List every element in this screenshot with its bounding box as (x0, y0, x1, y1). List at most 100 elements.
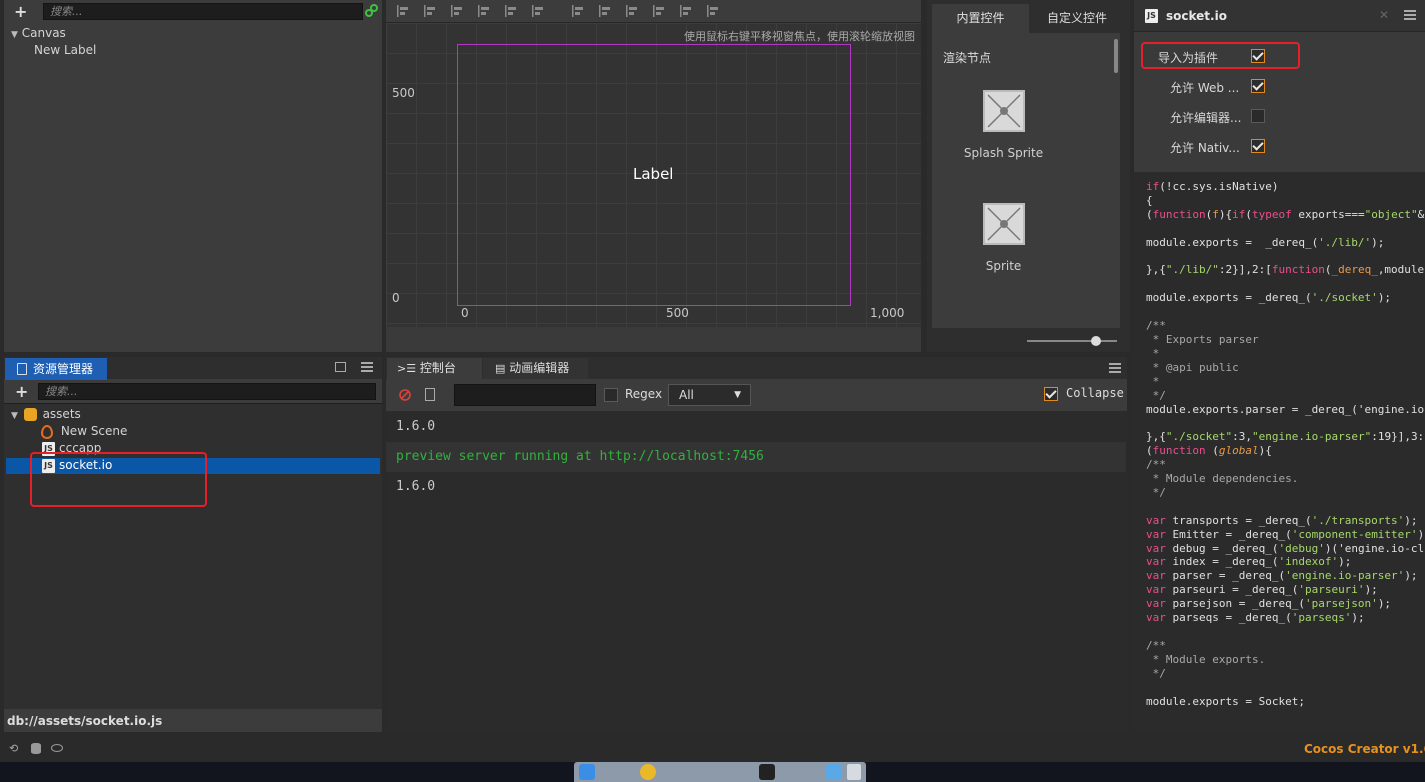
terminal-icon[interactable] (759, 764, 775, 780)
align-icon[interactable] (396, 4, 410, 18)
tab-custom-widgets[interactable]: 自定义控件 (1029, 4, 1125, 33)
refresh-icon[interactable]: ⟲ (9, 742, 18, 755)
log-row[interactable]: 1.6.0 (386, 472, 1126, 502)
hierarchy-search-input[interactable]: 搜索... (43, 3, 363, 20)
scene-panel: 使用鼠标右键平移视窗焦点，使用滚轮缩放视图 500 0 0 500 1,000 … (386, 0, 921, 352)
widgets-list: 渲染节点 Splash Sprite Sprite (932, 33, 1120, 328)
align-icon[interactable] (504, 4, 518, 18)
zoom-slider[interactable] (1027, 336, 1117, 346)
js-file-icon: JS (1145, 9, 1158, 23)
log-level-select[interactable]: All ▼ (668, 384, 751, 406)
add-asset-icon[interactable]: + (15, 382, 28, 401)
log-text: 1.6.0 (396, 479, 436, 494)
expand-arrow-icon[interactable]: ▼ (11, 411, 18, 421)
maximize-icon[interactable] (335, 362, 346, 372)
x-axis-label-500: 500 (666, 306, 689, 320)
status-bar: ⟲ Cocos Creator v1.6. (0, 736, 1425, 762)
tab-builtin-widgets[interactable]: 内置控件 (932, 4, 1029, 33)
widget-label: Splash Sprite (963, 146, 1044, 160)
align-icon[interactable] (450, 4, 464, 18)
menu-icon[interactable] (361, 362, 373, 372)
tree-folder-assets[interactable]: ▼ assets (11, 407, 81, 421)
widget-splash-sprite[interactable]: Splash Sprite (946, 90, 1061, 160)
inspector-title: socket.io (1166, 9, 1227, 23)
assets-tab-label: 资源管理器 (33, 362, 94, 376)
widget-sprite[interactable]: Sprite (946, 203, 1061, 273)
tab-console[interactable]: >☰ 控制台 (387, 358, 482, 379)
x-axis-label-0: 0 (461, 306, 469, 320)
option-allow-web-label: 允许 Web ... (1170, 81, 1240, 95)
y-axis-label-500: 500 (392, 86, 415, 100)
section-title: 渲染节点 (943, 51, 992, 65)
tree-node-label: Canvas (21, 26, 66, 40)
film-icon: ▤ (495, 362, 506, 375)
folder-icon[interactable] (826, 764, 842, 780)
tree-node-canvas[interactable]: ▼ Canvas (11, 26, 66, 40)
inspector-panel: JS socket.io ✕ 导入为插件 允许 Web ... 允许编辑器...… (1134, 0, 1425, 732)
finder-icon[interactable] (579, 764, 595, 780)
clear-icon[interactable] (399, 389, 411, 401)
folder-icon (23, 408, 37, 421)
database-icon[interactable] (31, 743, 41, 754)
y-axis-label-0: 0 (392, 291, 400, 305)
highlight-socket-io (30, 452, 207, 507)
asset-item-new-scene[interactable]: New Scene (41, 424, 127, 439)
open-log-file-icon[interactable] (425, 388, 435, 401)
log-text: 1.6.0 (396, 419, 436, 434)
align-icon[interactable] (625, 4, 639, 18)
label-node[interactable]: Label (633, 165, 673, 183)
sprite-icon (982, 90, 1025, 132)
animation-tab-label: 动画编辑器 (509, 361, 570, 375)
chrome-icon[interactable] (640, 764, 656, 780)
expand-arrow-icon[interactable]: ▼ (11, 30, 18, 40)
log-list: 1.6.0 preview server running at http://l… (386, 412, 1127, 732)
log-row[interactable]: preview server running at http://localho… (386, 442, 1126, 472)
x-axis-label-1000: 1,000 (870, 306, 905, 320)
tab-animation-editor[interactable]: ▤ 动画编辑器 (483, 358, 588, 379)
add-node-icon[interactable]: + (14, 2, 27, 21)
align-icon[interactable] (531, 4, 545, 18)
menu-icon[interactable] (1109, 363, 1121, 373)
align-icon[interactable] (423, 4, 437, 18)
code-text: if(!cc.sys.isNative) { (function(f){if(t… (1146, 180, 1425, 708)
align-icon[interactable] (652, 4, 666, 18)
align-icon[interactable] (598, 4, 612, 18)
assets-tab-icon (17, 363, 27, 375)
console-tab-label: 控制台 (419, 361, 456, 375)
code-preview: if(!cc.sys.isNative) { (function(f){if(t… (1134, 172, 1425, 732)
scene-viewport[interactable]: 使用鼠标右键平移视窗焦点，使用滚轮缩放视图 500 0 0 500 1,000 … (386, 23, 921, 327)
regex-checkbox[interactable] (604, 388, 618, 402)
brand-label: Cocos Creator v1.6. (1304, 742, 1425, 756)
allow-editor-checkbox[interactable] (1251, 109, 1265, 123)
eye-icon[interactable] (51, 744, 63, 752)
trash-icon[interactable] (847, 764, 861, 780)
log-text: preview server running at http://localho… (396, 449, 764, 464)
console-filter-input[interactable] (454, 384, 596, 406)
option-allow-native-label: 允许 Nativ... (1170, 141, 1240, 155)
menu-icon[interactable] (1404, 10, 1416, 20)
regex-label: Regex (625, 387, 663, 401)
align-icon[interactable] (477, 4, 491, 18)
allow-web-checkbox[interactable] (1251, 79, 1265, 93)
allow-native-checkbox[interactable] (1251, 139, 1265, 153)
log-row[interactable]: 1.6.0 (386, 412, 1126, 442)
assets-search-input[interactable]: 搜索... (38, 383, 376, 400)
tree-node-new-label[interactable]: New Label (34, 43, 96, 57)
hierarchy-panel: + 搜索... ▼ Canvas New Label (4, 0, 382, 352)
widgets-panel: 内置控件 自定义控件 渲染节点 Splash Sprite Sprite (927, 0, 1130, 352)
slider-handle[interactable] (1091, 336, 1101, 346)
select-value: All (679, 388, 694, 402)
align-icon[interactable] (706, 4, 720, 18)
link-icon[interactable] (365, 4, 378, 17)
collapse-label: Collapse (1066, 386, 1124, 400)
align-icon[interactable] (571, 4, 585, 18)
asset-path: db://assets/socket.io.js (7, 714, 163, 728)
widget-label: Sprite (985, 259, 1022, 273)
align-icon[interactable] (679, 4, 693, 18)
close-icon[interactable]: ✕ (1379, 8, 1389, 22)
collapse-checkbox[interactable] (1044, 387, 1058, 401)
tab-assets[interactable]: 资源管理器 (5, 358, 107, 380)
scrollbar[interactable] (1114, 39, 1118, 73)
option-allow-editor-label: 允许编辑器... (1170, 111, 1242, 125)
scene-hint: 使用鼠标右键平移视窗焦点，使用滚轮缩放视图 (684, 30, 915, 43)
